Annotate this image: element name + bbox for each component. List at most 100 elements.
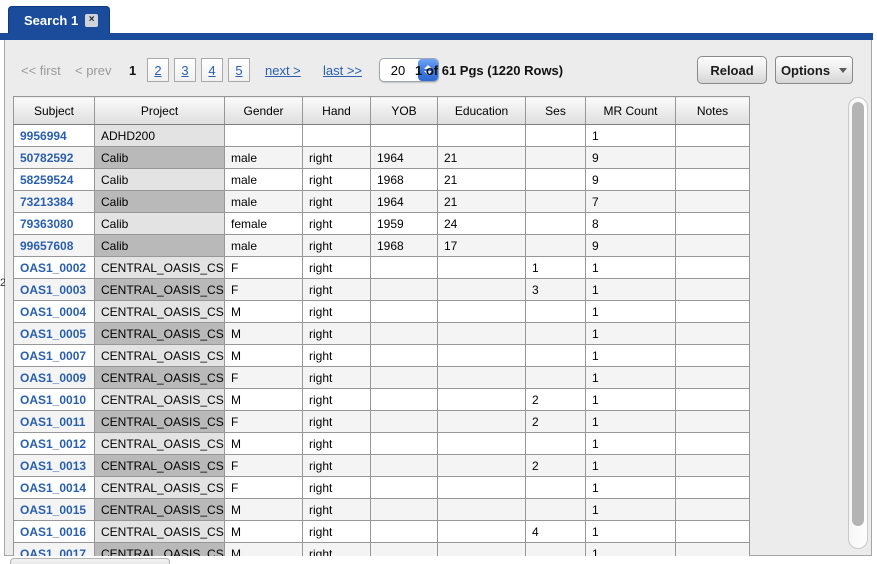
subject-cell: 79363080 (14, 213, 95, 235)
subject-link[interactable]: OAS1_0010 (20, 393, 86, 407)
table-row: OAS1_0014CENTRAL_OASIS_CSFright1 (14, 477, 750, 499)
subject-link[interactable]: OAS1_0014 (20, 481, 86, 495)
subject-link[interactable]: 9956994 (20, 129, 67, 143)
prev-page-link: < prev (75, 63, 112, 78)
cell-yob: 1964 (371, 191, 438, 213)
cell-ses (526, 499, 586, 521)
subject-link[interactable]: OAS1_0012 (20, 437, 86, 451)
subject-cell: OAS1_0012 (14, 433, 95, 455)
subject-cell: OAS1_0002 (14, 257, 95, 279)
cell-gender: M (225, 543, 303, 557)
scrollbar-thumb[interactable] (852, 102, 864, 526)
cell-ses: 3 (526, 279, 586, 301)
cell-notes (676, 499, 750, 521)
cell-ses (526, 125, 586, 147)
table-row: 73213384Calibmaleright1964217 (14, 191, 750, 213)
cell-education (438, 521, 526, 543)
column-header-project[interactable]: Project (95, 97, 225, 125)
cell-mr-count: 1 (586, 543, 676, 557)
subject-link[interactable]: OAS1_0017 (20, 547, 86, 557)
page-link-2[interactable]: 2 (147, 58, 169, 82)
vertical-scrollbar[interactable] (848, 97, 868, 549)
subject-link[interactable]: OAS1_0007 (20, 349, 86, 363)
table-row: OAS1_0009CENTRAL_OASIS_CSFright1 (14, 367, 750, 389)
table-row: OAS1_0003CENTRAL_OASIS_CSFright31 (14, 279, 750, 301)
subject-link[interactable]: 58259524 (20, 173, 73, 187)
column-header-yob[interactable]: YOB (371, 97, 438, 125)
subject-cell: 9956994 (14, 125, 95, 147)
cell-gender: M (225, 521, 303, 543)
cell-yob (371, 257, 438, 279)
cell-mr-count: 1 (586, 455, 676, 477)
cell-notes (676, 257, 750, 279)
column-header-subject[interactable]: Subject (14, 97, 95, 125)
subject-cell: 73213384 (14, 191, 95, 213)
table-row: OAS1_0007CENTRAL_OASIS_CSMright1 (14, 345, 750, 367)
search-results-window: Search 1 × << first < prev 1 2345 next >… (0, 0, 877, 564)
cell-mr-count: 1 (586, 411, 676, 433)
cell-notes (676, 543, 750, 557)
subject-link[interactable]: 73213384 (20, 195, 73, 209)
cell-notes (676, 169, 750, 191)
cell-project: CENTRAL_OASIS_CS (95, 411, 225, 433)
subject-cell: OAS1_0014 (14, 477, 95, 499)
cell-hand: right (303, 235, 371, 257)
cell-yob (371, 323, 438, 345)
table-body: 9956994ADHD200150782592Calibmaleright196… (14, 125, 750, 557)
last-page-link[interactable]: last >> (323, 63, 362, 78)
cell-notes (676, 147, 750, 169)
subject-cell: OAS1_0004 (14, 301, 95, 323)
subject-link[interactable]: OAS1_0005 (20, 327, 86, 341)
table-header-row: SubjectProjectGenderHandYOBEducationSesM… (14, 97, 750, 125)
cell-hand: right (303, 323, 371, 345)
cell-gender: male (225, 235, 303, 257)
column-header-gender[interactable]: Gender (225, 97, 303, 125)
cell-project: CENTRAL_OASIS_CS (95, 257, 225, 279)
cell-project: CENTRAL_OASIS_CS (95, 367, 225, 389)
subject-cell: OAS1_0010 (14, 389, 95, 411)
subject-link[interactable]: OAS1_0011 (20, 415, 85, 429)
cell-ses: 2 (526, 411, 586, 433)
cell-yob (371, 301, 438, 323)
cell-hand: right (303, 455, 371, 477)
subject-link[interactable]: OAS1_0015 (20, 503, 86, 517)
subject-link[interactable]: 79363080 (20, 217, 73, 231)
cell-mr-count: 7 (586, 191, 676, 213)
cell-notes (676, 367, 750, 389)
cell-notes (676, 433, 750, 455)
results-table: SubjectProjectGenderHandYOBEducationSesM… (13, 96, 750, 556)
next-page-link[interactable]: next > (265, 63, 301, 78)
tab-search-1[interactable]: Search 1 × (8, 6, 110, 34)
column-header-notes[interactable]: Notes (676, 97, 750, 125)
column-header-education[interactable]: Education (438, 97, 526, 125)
page-summary: 1 of 61 Pgs (1220 Rows) (415, 63, 563, 78)
cell-project: CENTRAL_OASIS_CS (95, 521, 225, 543)
cell-hand: right (303, 147, 371, 169)
column-header-hand[interactable]: Hand (303, 97, 371, 125)
subject-link[interactable]: OAS1_0013 (20, 459, 86, 473)
cell-gender: F (225, 411, 303, 433)
page-link-4[interactable]: 4 (201, 58, 223, 82)
page-link-3[interactable]: 3 (174, 58, 196, 82)
subject-link[interactable]: OAS1_0016 (20, 525, 86, 539)
cell-hand: right (303, 389, 371, 411)
subject-link[interactable]: 99657608 (20, 239, 73, 253)
cell-yob (371, 367, 438, 389)
page-link-5[interactable]: 5 (228, 58, 250, 82)
subject-link[interactable]: OAS1_0009 (20, 371, 86, 385)
cell-gender: M (225, 389, 303, 411)
column-header-mr-count[interactable]: MR Count (586, 97, 676, 125)
cell-project: Calib (95, 169, 225, 191)
subject-link[interactable]: 50782592 (20, 151, 73, 165)
options-button[interactable]: Options (775, 56, 853, 84)
subject-link[interactable]: OAS1_0003 (20, 283, 86, 297)
reload-button[interactable]: Reload (697, 56, 767, 84)
cell-education (438, 455, 526, 477)
cell-project: CENTRAL_OASIS_CS (95, 433, 225, 455)
column-header-ses[interactable]: Ses (526, 97, 586, 125)
subject-link[interactable]: OAS1_0002 (20, 261, 86, 275)
close-icon[interactable]: × (85, 14, 98, 27)
cell-hand: right (303, 257, 371, 279)
cell-hand: right (303, 279, 371, 301)
subject-link[interactable]: OAS1_0004 (20, 305, 86, 319)
